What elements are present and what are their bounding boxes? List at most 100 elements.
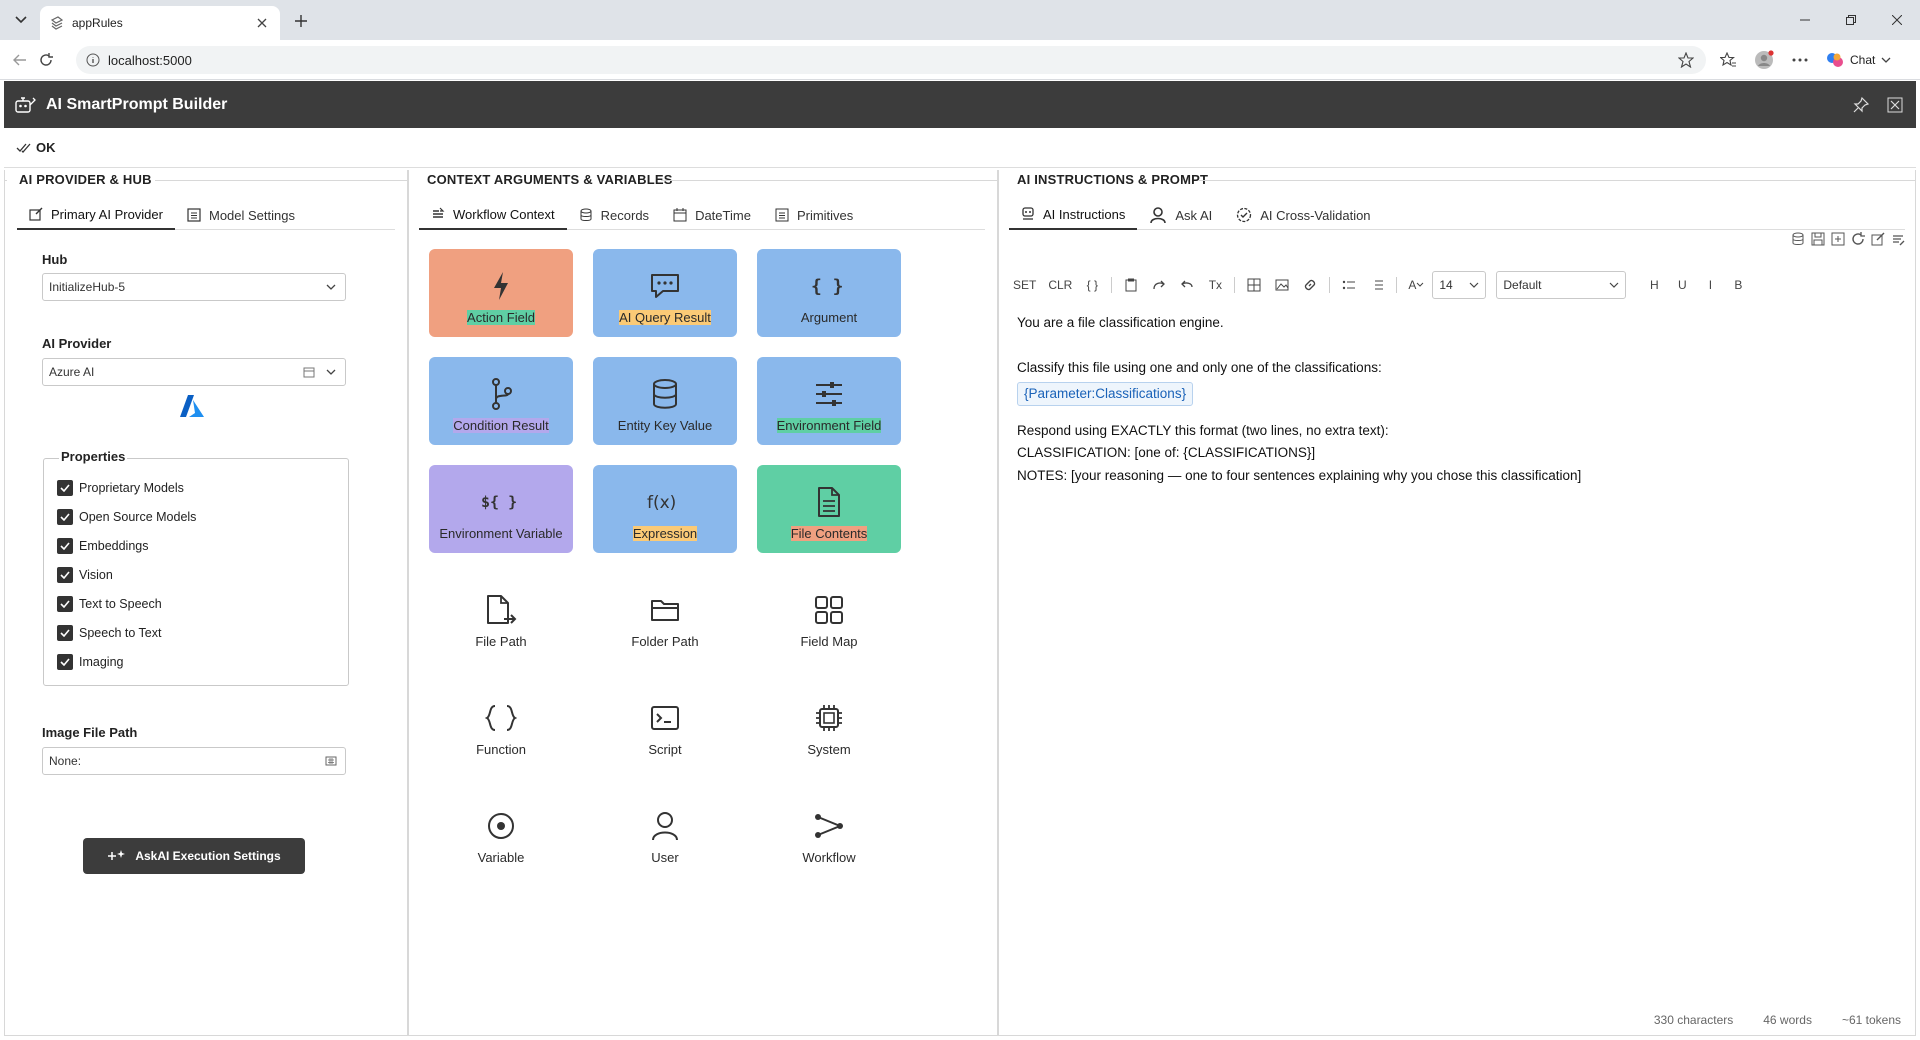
tile-workflow[interactable]: Workflow: [757, 789, 901, 877]
checkbox[interactable]: [57, 625, 73, 641]
parameter-chip[interactable]: {Parameter:Classifications}: [1017, 381, 1194, 406]
tile-file-contents[interactable]: File Contents: [757, 465, 901, 553]
reload-button[interactable]: [36, 50, 56, 70]
tab-records[interactable]: Records: [567, 200, 661, 230]
property-proprietary-models[interactable]: Proprietary Models: [57, 480, 184, 496]
image-path-field[interactable]: None:: [42, 747, 346, 775]
tile-file-path[interactable]: File Path: [429, 573, 573, 661]
property-open-source-models[interactable]: Open Source Models: [57, 509, 196, 525]
heading-button[interactable]: H: [1642, 273, 1666, 297]
font-color-button[interactable]: A: [1404, 273, 1428, 297]
bullet-list-button[interactable]: [1337, 273, 1361, 297]
tile-environment-field[interactable]: Environment Field: [757, 357, 901, 445]
restore-icon: [1846, 15, 1856, 25]
tile-user[interactable]: User: [593, 789, 737, 877]
tab-primary-ai-provider[interactable]: Primary AI Provider: [17, 200, 175, 230]
tile-folder-path[interactable]: Folder Path: [593, 573, 737, 661]
close-window-button[interactable]: [1874, 0, 1920, 40]
keypad-icon[interactable]: [325, 755, 337, 767]
pin-button[interactable]: [1850, 94, 1872, 116]
calendar-icon[interactable]: [303, 366, 315, 378]
numbered-list-button[interactable]: [1365, 273, 1389, 297]
checkbox[interactable]: [57, 654, 73, 670]
restore-button[interactable]: [1828, 0, 1874, 40]
minimize-button[interactable]: [1782, 0, 1828, 40]
bookmark-star-button[interactable]: [1677, 51, 1695, 71]
paste-button[interactable]: [1119, 273, 1143, 297]
check-icon: [60, 513, 70, 521]
redo-button[interactable]: [1147, 273, 1171, 297]
tab-model-settings[interactable]: Model Settings: [175, 200, 307, 230]
checkbox[interactable]: [57, 509, 73, 525]
undo-button[interactable]: [1175, 273, 1199, 297]
favorites-button[interactable]: [1718, 50, 1738, 70]
tab-list-button[interactable]: [8, 8, 34, 32]
copilot-chat-button[interactable]: Chat: [1826, 49, 1906, 71]
tile-system[interactable]: System: [757, 681, 901, 769]
tile-function[interactable]: Function: [429, 681, 573, 769]
tile-entity-key-value[interactable]: Entity Key Value: [593, 357, 737, 445]
checkbox[interactable]: [57, 596, 73, 612]
profile-button[interactable]: [1754, 50, 1774, 70]
tile-environment-variable[interactable]: ${ } Environment Variable: [429, 465, 573, 553]
refresh-icon[interactable]: [1851, 232, 1865, 246]
font-size-select[interactable]: 14: [1432, 271, 1487, 299]
askai-execution-settings-button[interactable]: AskAI Execution Settings: [83, 838, 305, 874]
button-label: AskAI Execution Settings: [135, 849, 281, 863]
insert-link-button[interactable]: [1298, 273, 1322, 297]
font-family-select[interactable]: Default: [1496, 271, 1627, 299]
tile-expression[interactable]: f(x) Expression: [593, 465, 737, 553]
tile-ai-query-result[interactable]: AI Query Result: [593, 249, 737, 337]
tab-workflow-context[interactable]: Workflow Context: [419, 200, 567, 230]
close-dialog-button[interactable]: [1884, 94, 1906, 116]
checkbox[interactable]: [57, 567, 73, 583]
back-button[interactable]: [10, 50, 30, 70]
checkbox[interactable]: [57, 538, 73, 554]
new-tab-button[interactable]: [290, 10, 312, 32]
tab-primitives[interactable]: Primitives: [763, 200, 865, 230]
tile-script[interactable]: Script: [593, 681, 737, 769]
insert-table-button[interactable]: [1242, 273, 1266, 297]
property-imaging[interactable]: Imaging: [57, 654, 123, 670]
checkbox[interactable]: [57, 480, 73, 496]
url-bar[interactable]: localhost:5000: [76, 46, 1706, 74]
clear-format-icon[interactable]: [1891, 232, 1905, 246]
browser-tab[interactable]: appRules: [40, 6, 280, 40]
tile-label: Environment Field: [776, 418, 882, 433]
tab-ai-instructions[interactable]: AI Instructions: [1009, 200, 1138, 230]
tab-ai-cross-validation[interactable]: AI Cross-Validation: [1224, 200, 1382, 230]
edit-icon[interactable]: [1871, 232, 1885, 246]
tab-ask-ai[interactable]: Ask AI: [1137, 200, 1224, 230]
italic-button[interactable]: I: [1698, 273, 1722, 297]
close-tab-button[interactable]: [254, 15, 270, 31]
tile-condition-result[interactable]: Condition Result: [429, 357, 573, 445]
underline-button[interactable]: U: [1670, 273, 1694, 297]
tile-variable[interactable]: Variable: [429, 789, 573, 877]
word-count: 46 words: [1763, 1013, 1812, 1027]
more-button[interactable]: [1790, 50, 1810, 70]
bold-button[interactable]: B: [1726, 273, 1750, 297]
ok-button[interactable]: OK: [4, 128, 1916, 168]
set-button[interactable]: SET: [1009, 273, 1040, 297]
property-text-to-speech[interactable]: Text to Speech: [57, 596, 162, 612]
remove-format-button[interactable]: Tx: [1203, 273, 1227, 297]
insert-braces-button[interactable]: { }: [1080, 273, 1104, 297]
database-save-icon[interactable]: [1791, 232, 1805, 246]
clear-button[interactable]: CLR: [1044, 273, 1076, 297]
property-speech-to-text[interactable]: Speech to Text: [57, 625, 161, 641]
tab-datetime[interactable]: DateTime: [661, 200, 763, 230]
tile-action-field[interactable]: Action Field: [429, 249, 573, 337]
check-icon: [60, 542, 70, 550]
tile-label: Workflow: [802, 850, 856, 865]
property-vision[interactable]: Vision: [57, 567, 113, 583]
prompt-editor[interactable]: You are a file classification engine. Cl…: [1009, 304, 1905, 500]
provider-select[interactable]: Azure AI: [42, 358, 346, 386]
hub-select[interactable]: InitializeHub-5: [42, 273, 346, 301]
tile-field-map[interactable]: Field Map: [757, 573, 901, 661]
tile-argument[interactable]: { } Argument: [757, 249, 901, 337]
save-as-icon[interactable]: [1831, 232, 1845, 246]
save-icon[interactable]: [1811, 232, 1825, 246]
list-box-icon: [187, 208, 201, 222]
insert-image-button[interactable]: [1270, 273, 1294, 297]
property-embeddings[interactable]: Embeddings: [57, 538, 149, 554]
